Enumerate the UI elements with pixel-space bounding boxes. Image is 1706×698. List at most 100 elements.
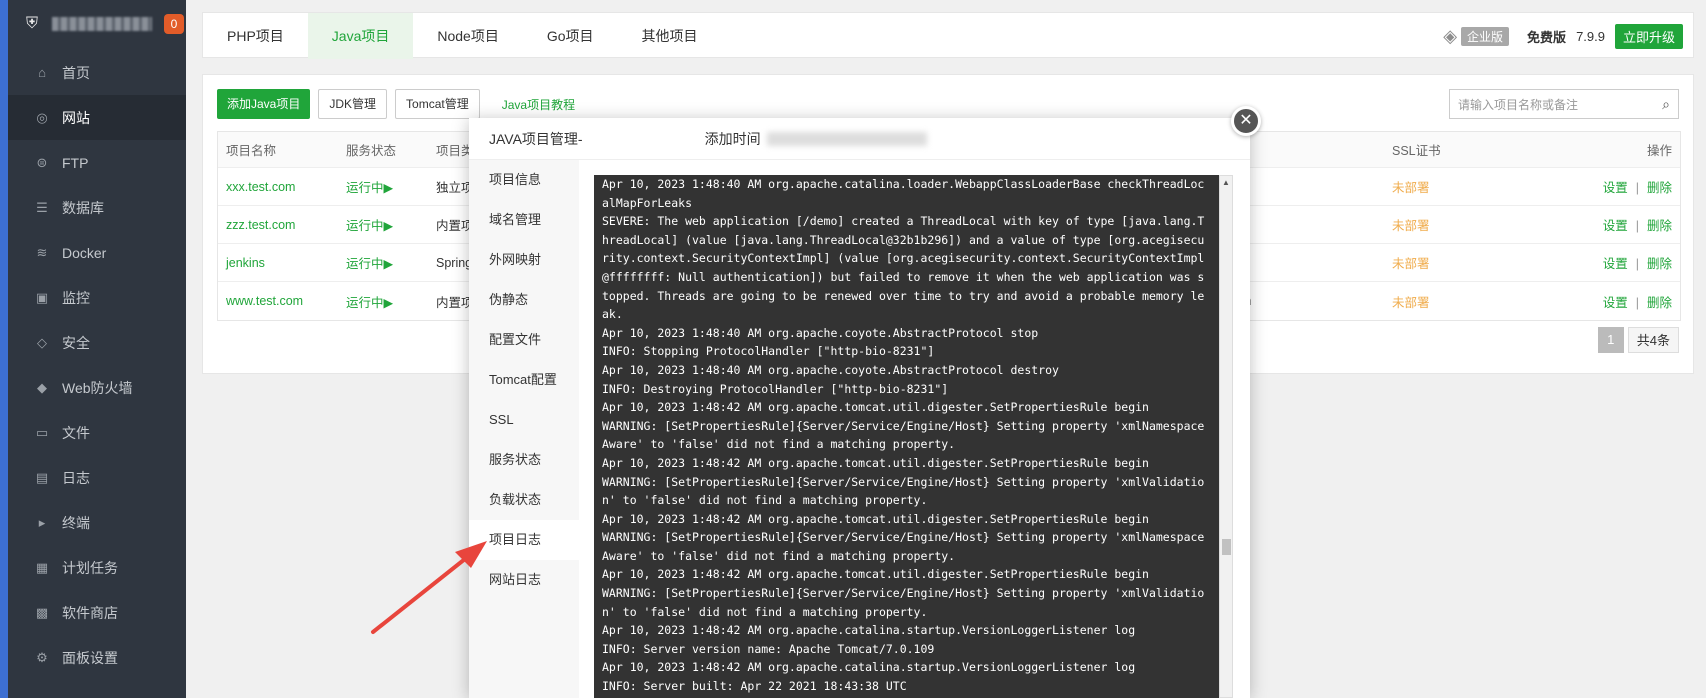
blurred-added-time: [766, 132, 927, 146]
project-name-link[interactable]: www.test.com: [218, 294, 338, 308]
monitor-icon: ▣: [35, 289, 49, 305]
modal-menu-item-6[interactable]: SSL: [469, 400, 579, 440]
globe-icon: ◎: [36, 109, 48, 125]
modal-menu-item-8[interactable]: 负载状态: [469, 480, 579, 520]
settings-button[interactable]: 设置: [1603, 219, 1628, 233]
gear-icon: ⚙: [36, 649, 48, 665]
jdk-manage-button[interactable]: JDK管理: [318, 89, 388, 119]
sidebar-item-5[interactable]: ▣ 监控: [8, 275, 186, 320]
search-icon[interactable]: ⌕: [1662, 96, 1670, 113]
project-name-link[interactable]: xxx.test.com: [218, 180, 338, 194]
log-line: INFO: Stopping ProtocolHandler ["http-bi…: [602, 344, 935, 359]
log-line: Apr 10, 2023 1:48:42 AM org.apache.tomca…: [602, 511, 1149, 526]
log-scrollbar[interactable]: ▲: [1219, 175, 1233, 698]
status-badge[interactable]: 运行中▶: [338, 253, 428, 272]
delete-button[interactable]: 删除: [1647, 257, 1672, 271]
sidebar-item-12[interactable]: ▩ 软件商店: [8, 590, 186, 635]
sidebar-item-label: 计划任务: [62, 559, 118, 576]
close-modal-button[interactable]: ✕: [1231, 106, 1261, 136]
search-box[interactable]: 请输入项目名称或备注 ⌕: [1449, 89, 1679, 119]
pagination: 1 共4条: [1597, 327, 1679, 353]
sidebar-item-label: 软件商店: [62, 604, 118, 621]
ssl-status[interactable]: 未部署: [1390, 253, 1560, 272]
modal-menu-item-10[interactable]: 网站日志: [469, 560, 579, 600]
modal-menu-item-7[interactable]: 服务状态: [469, 440, 579, 480]
database-icon: ☰: [36, 199, 48, 215]
ssl-status[interactable]: 未部署: [1390, 215, 1560, 234]
delete-button[interactable]: 删除: [1647, 219, 1672, 233]
delete-button[interactable]: 删除: [1647, 296, 1672, 310]
terminal-icon: ▸: [38, 514, 46, 530]
modal-menu-item-9[interactable]: 项目日志: [469, 520, 579, 560]
sidebar-item-label: 监控: [62, 289, 90, 306]
modal-title: JAVA项目管理-: [489, 131, 583, 147]
action-separator: |: [1635, 295, 1639, 310]
log-line: WARNING: [SetPropertiesRule]{Server/Serv…: [602, 586, 1205, 619]
sidebar-item-10[interactable]: ▸ 终端: [8, 500, 186, 545]
tab-0[interactable]: PHP项目: [203, 13, 308, 59]
log-line: Apr 10, 2023 1:48:42 AM org.apache.tomca…: [602, 400, 1149, 415]
settings-button[interactable]: 设置: [1603, 181, 1628, 195]
tab-3[interactable]: Go项目: [523, 13, 618, 59]
settings-button[interactable]: 设置: [1603, 296, 1628, 310]
sidebar-item-13[interactable]: ⚙ 面板设置: [8, 635, 186, 680]
sidebar-item-label: FTP: [62, 154, 89, 171]
notification-badge[interactable]: 0: [164, 14, 184, 34]
java-tutorial-link[interactable]: Java项目教程: [502, 96, 575, 113]
status-badge[interactable]: 运行中▶: [338, 215, 428, 234]
log-line: Apr 10, 2023 1:48:40 AM org.apache.catal…: [602, 177, 1205, 210]
sidebar-item-6[interactable]: ◇ 安全: [8, 320, 186, 365]
status-badge[interactable]: 运行中▶: [338, 177, 428, 196]
enterprise-label: 企业版: [1461, 26, 1510, 46]
scroll-thumb[interactable]: [1222, 539, 1231, 555]
log-icon: ▤: [35, 469, 49, 485]
log-line: Apr 10, 2023 1:48:40 AM org.apache.coyot…: [602, 325, 1039, 340]
search-input[interactable]: 请输入项目名称或备注: [1458, 96, 1662, 113]
sidebar-item-label: 数据库: [62, 199, 104, 216]
settings-button[interactable]: 设置: [1603, 257, 1628, 271]
project-name-link[interactable]: zzz.test.com: [218, 218, 338, 232]
tomcat-manage-button[interactable]: Tomcat管理: [395, 89, 480, 119]
sidebar-item-3[interactable]: ☰ 数据库: [8, 185, 186, 230]
sidebar-item-2[interactable]: ⊜ FTP: [8, 140, 186, 185]
sidebar-item-4[interactable]: ≋ Docker: [8, 230, 186, 275]
log-line: Apr 10, 2023 1:48:42 AM org.apache.catal…: [602, 623, 1136, 638]
col-name[interactable]: 项目名称: [218, 140, 338, 159]
docker-icon: ≋: [36, 244, 48, 260]
project-log-viewer[interactable]: Apr 10, 2023 1:48:40 AM org.apache.catal…: [594, 175, 1219, 698]
log-line: Apr 10, 2023 1:48:42 AM org.apache.tomca…: [602, 567, 1149, 582]
modal-menu-item-1[interactable]: 域名管理: [469, 200, 579, 240]
project-name-link[interactable]: jenkins: [218, 256, 338, 270]
modal-menu-item-5[interactable]: Tomcat配置: [469, 360, 579, 400]
tab-1[interactable]: Java项目: [307, 13, 414, 59]
page-current[interactable]: 1: [1597, 327, 1624, 353]
ssl-status[interactable]: 未部署: [1390, 177, 1560, 196]
log-line: INFO: Destroying ProtocolHandler ["http-…: [602, 381, 949, 396]
status-badge[interactable]: 运行中▶: [338, 292, 428, 311]
add-java-project-button[interactable]: 添加Java项目: [217, 89, 311, 119]
sidebar-item-11[interactable]: ▦ 计划任务: [8, 545, 186, 590]
sidebar-item-7[interactable]: ◆ Web防火墙: [8, 365, 186, 410]
sidebar: ⛨ 0 ⌂ 首页 ◎ 网站 ⊜ FTP ☰ 数据库 ≋ Docker ▣ 监控 ◇ 安全 ◆ Web防火墙 ▭ 文…: [0, 0, 186, 698]
upgrade-button[interactable]: 立即升级: [1614, 23, 1683, 49]
sidebar-nav: ⌂ 首页 ◎ 网站 ⊜ FTP ☰ 数据库 ≋ Docker ▣ 监控 ◇ 安全 ◆ Web防火墙 ▭ 文件 ▤ 日志…: [8, 50, 186, 680]
apps-icon: ▩: [35, 604, 49, 620]
log-line: WARNING: [SetPropertiesRule]{Server/Serv…: [602, 474, 1205, 508]
sidebar-item-8[interactable]: ▭ 文件: [8, 410, 186, 455]
delete-button[interactable]: 删除: [1647, 181, 1672, 195]
ssl-status[interactable]: 未部署: [1390, 292, 1560, 311]
sidebar-item-1[interactable]: ◎ 网站: [8, 95, 186, 140]
col-actions: 操作: [1646, 144, 1672, 158]
calendar-icon: ▦: [35, 559, 49, 575]
modal-menu-item-0[interactable]: 项目信息: [469, 160, 579, 200]
sidebar-item-0[interactable]: ⌂ 首页: [8, 50, 186, 95]
modal-menu-item-4[interactable]: 配置文件: [469, 320, 579, 360]
scroll-up-icon[interactable]: ▲: [1222, 178, 1230, 187]
brand: ⛨ 0: [8, 0, 186, 48]
tab-2[interactable]: Node项目: [413, 13, 522, 59]
modal-menu-item-2[interactable]: 外网映射: [469, 240, 579, 280]
enterprise-badge[interactable]: ◈ 企业版: [1443, 26, 1510, 47]
modal-menu-item-3[interactable]: 伪静态: [469, 280, 579, 320]
tab-4[interactable]: 其他项目: [618, 13, 722, 59]
sidebar-item-9[interactable]: ▤ 日志: [8, 455, 186, 500]
